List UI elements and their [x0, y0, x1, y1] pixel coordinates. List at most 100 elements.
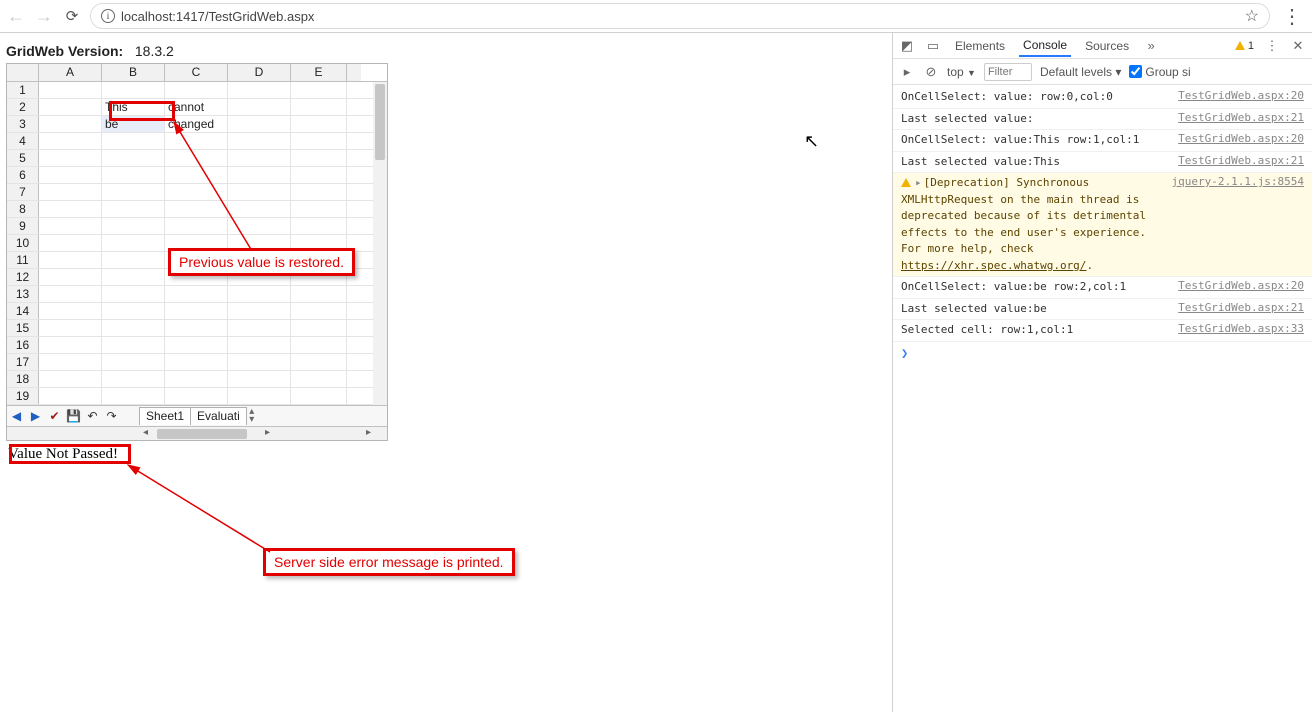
cell[interactable] [228, 167, 291, 183]
bookmark-icon[interactable]: ☆ [1245, 6, 1259, 26]
tab-prev-icon[interactable]: ◀ [7, 407, 26, 426]
cell[interactable] [39, 133, 102, 149]
cell[interactable] [291, 82, 347, 98]
col-header-e[interactable]: E [291, 64, 347, 81]
col-header-b[interactable]: B [102, 64, 165, 81]
log-source-link[interactable]: TestGridWeb.aspx:20 [1178, 132, 1304, 145]
cell[interactable] [291, 303, 347, 319]
log-levels-selector[interactable]: Default levels ▾ [1040, 65, 1121, 79]
row-header[interactable]: 14 [7, 303, 39, 319]
log-source-link[interactable]: TestGridWeb.aspx:21 [1178, 154, 1304, 167]
log-source-link[interactable]: TestGridWeb.aspx:20 [1178, 279, 1304, 292]
cell[interactable]: be [102, 116, 165, 132]
cell[interactable] [102, 235, 165, 251]
cell[interactable] [165, 371, 228, 387]
console-filter-input[interactable] [984, 63, 1032, 81]
cell[interactable] [165, 201, 228, 217]
row-header[interactable]: 1 [7, 82, 39, 98]
hscroll-right-icon[interactable]: ▸ [265, 427, 270, 438]
reload-button[interactable]: ⟳ [62, 6, 82, 26]
log-link[interactable]: https://xhr.spec.whatwg.org/ [901, 259, 1086, 272]
cell[interactable] [291, 201, 347, 217]
cell[interactable] [165, 286, 228, 302]
cell[interactable] [39, 218, 102, 234]
cell[interactable] [102, 371, 165, 387]
cell[interactable] [291, 150, 347, 166]
cell[interactable] [39, 116, 102, 132]
cell[interactable] [228, 337, 291, 353]
devtools-close-icon[interactable]: ✕ [1290, 38, 1306, 54]
tab-sources[interactable]: Sources [1081, 36, 1133, 56]
cell[interactable]: This [102, 99, 165, 115]
cell[interactable] [39, 167, 102, 183]
cell[interactable] [102, 184, 165, 200]
row-header[interactable]: 7 [7, 184, 39, 200]
expand-caret-icon[interactable]: ▸ [915, 176, 922, 189]
cell[interactable] [102, 269, 165, 285]
cell[interactable] [228, 286, 291, 302]
col-header-a[interactable]: A [39, 64, 102, 81]
cell[interactable] [228, 320, 291, 336]
cell[interactable] [291, 167, 347, 183]
sheet-tab-1[interactable]: Sheet1 [139, 407, 191, 425]
cell[interactable] [228, 303, 291, 319]
cell[interactable] [165, 388, 228, 404]
cell[interactable] [291, 218, 347, 234]
cell[interactable] [228, 184, 291, 200]
cell[interactable] [39, 269, 102, 285]
tab-elements[interactable]: Elements [951, 36, 1009, 56]
cell[interactable] [165, 337, 228, 353]
devtools-menu-icon[interactable]: ⋮ [1264, 38, 1280, 54]
cell[interactable] [39, 337, 102, 353]
row-header[interactable]: 11 [7, 252, 39, 268]
log-source-link[interactable]: TestGridWeb.aspx:33 [1178, 322, 1304, 335]
cell[interactable] [165, 218, 228, 234]
tab-next-icon[interactable]: ▶ [26, 407, 45, 426]
cell[interactable] [291, 99, 347, 115]
warning-badge[interactable]: 1 [1235, 40, 1254, 52]
cell[interactable] [291, 320, 347, 336]
cell[interactable] [39, 388, 102, 404]
row-header[interactable]: 2 [7, 99, 39, 115]
row-header[interactable]: 18 [7, 371, 39, 387]
cell[interactable] [102, 82, 165, 98]
undo-icon[interactable]: ↶ [83, 407, 102, 426]
cell[interactable]: changed [165, 116, 228, 132]
save-icon[interactable]: 💾 [64, 407, 83, 426]
cell[interactable]: cannot [165, 99, 228, 115]
row-header[interactable]: 15 [7, 320, 39, 336]
row-header[interactable]: 19 [7, 388, 39, 404]
row-header[interactable]: 6 [7, 167, 39, 183]
cell[interactable] [102, 252, 165, 268]
row-header[interactable]: 5 [7, 150, 39, 166]
cell[interactable] [228, 218, 291, 234]
cell[interactable] [228, 150, 291, 166]
device-icon[interactable]: ▭ [925, 38, 941, 54]
cell[interactable] [228, 82, 291, 98]
cell[interactable] [165, 150, 228, 166]
log-source-link[interactable]: TestGridWeb.aspx:21 [1178, 301, 1304, 314]
cell[interactable] [228, 354, 291, 370]
cell[interactable] [39, 354, 102, 370]
cell[interactable] [228, 116, 291, 132]
cell[interactable] [102, 133, 165, 149]
cell[interactable] [39, 82, 102, 98]
cell[interactable] [165, 133, 228, 149]
cell[interactable] [39, 201, 102, 217]
address-bar[interactable]: i localhost:1417/TestGridWeb.aspx ☆ [90, 3, 1270, 29]
cell[interactable] [165, 354, 228, 370]
console-play-icon[interactable]: ▸ [899, 64, 915, 80]
cell[interactable] [228, 371, 291, 387]
row-header[interactable]: 13 [7, 286, 39, 302]
cell[interactable] [39, 184, 102, 200]
row-header[interactable]: 12 [7, 269, 39, 285]
cell[interactable] [39, 252, 102, 268]
vscroll-thumb[interactable] [375, 84, 385, 160]
select-all-corner[interactable] [7, 64, 39, 81]
cell[interactable] [102, 337, 165, 353]
site-info-icon[interactable]: i [101, 9, 115, 23]
console-prompt[interactable]: ❯ [893, 344, 1312, 362]
row-header[interactable]: 16 [7, 337, 39, 353]
row-header[interactable]: 17 [7, 354, 39, 370]
cell[interactable] [102, 286, 165, 302]
